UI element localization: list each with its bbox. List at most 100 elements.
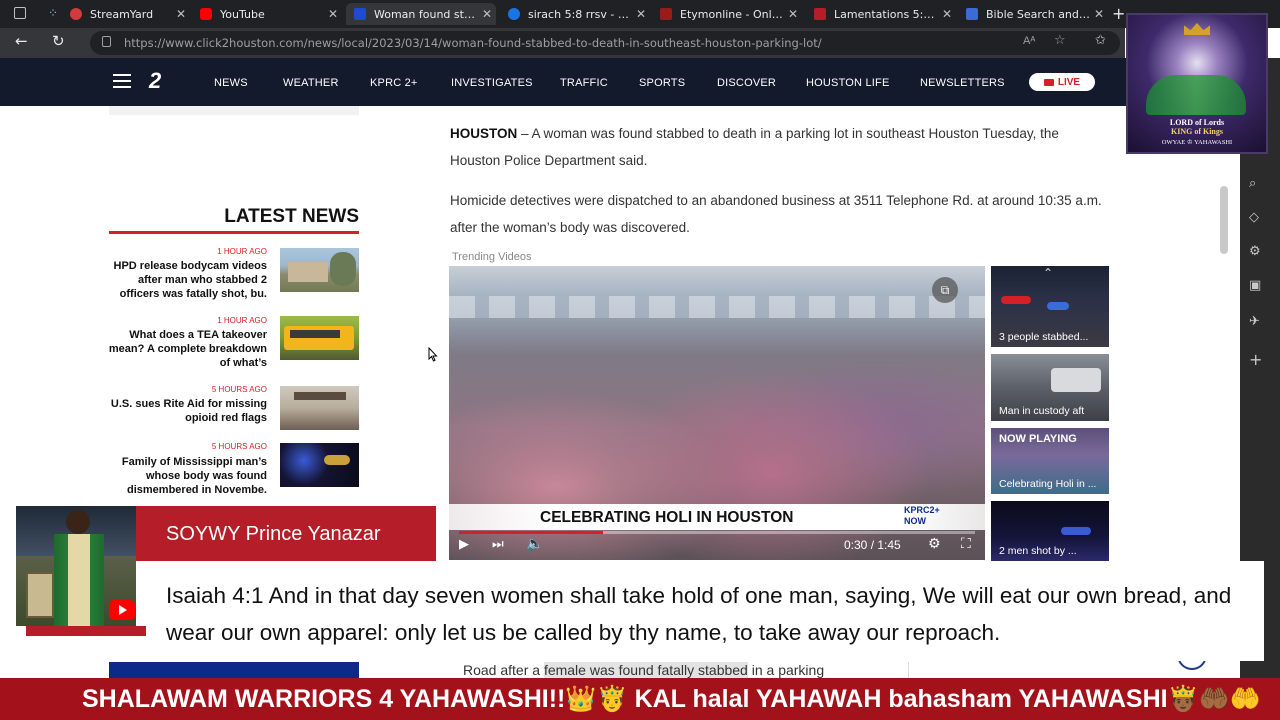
nav-kprc2plus[interactable]: KPRC 2+ xyxy=(370,77,418,89)
live-button[interactable]: LIVE xyxy=(1029,73,1095,91)
nav-traffic[interactable]: TRAFFIC xyxy=(560,77,608,89)
tab-label: Woman found stabbe xyxy=(374,7,478,21)
progress-fill xyxy=(459,531,604,534)
next-line-prefix: Road after a xyxy=(463,662,544,678)
next-line-suffix: in a parking xyxy=(747,662,825,678)
avatar-caption: OWYAE ♔ YAHAWASHI xyxy=(1161,139,1233,146)
kprc2-logo[interactable]: 2 xyxy=(149,68,161,94)
tab-label: Lamentations 5:11 NL xyxy=(834,7,938,21)
play-icon[interactable]: ▶ xyxy=(459,537,469,552)
streamer-logo: LORD of Lords KING of Kings OWYAE ♔ YAHA… xyxy=(1126,13,1268,154)
settings-icon[interactable]: ⚙ xyxy=(928,536,941,552)
close-icon[interactable]: ✕ xyxy=(324,7,342,21)
article-paragraph-2: Homicide detectives were dispatched to a… xyxy=(450,193,1102,235)
nav-discover[interactable]: DISCOVER xyxy=(717,77,776,89)
office-icon[interactable]: ▣ xyxy=(1249,278,1261,293)
lock-icon xyxy=(102,36,111,47)
nav-sports[interactable]: SPORTS xyxy=(639,77,685,89)
tab-lamentations[interactable]: Lamentations 5:11 NL ✕ xyxy=(806,3,956,25)
live-label: LIVE xyxy=(1057,76,1081,88)
send-icon[interactable]: ✈ xyxy=(1249,314,1260,329)
mouse-cursor-icon xyxy=(428,347,438,362)
etymonline-icon xyxy=(660,8,672,20)
close-icon[interactable]: ✕ xyxy=(784,7,802,21)
tab-label: Bible Search and Stud xyxy=(986,7,1090,21)
tab-label: sirach 5:8 rrsv - Search xyxy=(528,7,632,21)
news-headline[interactable]: U.S. sues Rite Aid for missing opioid re… xyxy=(108,397,267,425)
tab-streamyard[interactable]: StreamYard ✕ xyxy=(62,3,190,25)
nav-houston-life[interactable]: HOUSTON LIFE xyxy=(806,77,890,89)
playlist-item-now-playing[interactable]: NOW PLAYING Celebrating Holi in ... xyxy=(991,428,1109,494)
nav-weather[interactable]: WEATHER xyxy=(283,77,339,89)
dateline: HOUSTON xyxy=(450,126,518,141)
news-timestamp: 5 HOURS AGO xyxy=(211,385,267,394)
menu-icon[interactable] xyxy=(113,74,131,88)
news-thumbnail[interactable] xyxy=(280,316,359,360)
new-tab-icon[interactable]: + xyxy=(1112,4,1125,23)
news-timestamp: 1 HOUR AGO xyxy=(217,247,267,256)
tab-label: Etymonline - Online E xyxy=(680,7,784,21)
video-player[interactable]: ⧉ CELEBRATING HOLI IN HOUSTON KPRC2+ NOW… xyxy=(449,266,985,560)
search-icon[interactable]: ⌕ xyxy=(1249,176,1256,191)
pip-icon[interactable]: ⧉ xyxy=(932,277,958,303)
nav-newsletters[interactable]: NEWSLETTERS xyxy=(920,77,1005,89)
tab-youtube[interactable]: YouTube ✕ xyxy=(192,3,342,25)
chevron-up-icon[interactable]: ⌃ xyxy=(1043,266,1053,280)
news-headline[interactable]: What does a TEA takeover mean? A complet… xyxy=(108,328,267,370)
news-headline[interactable]: HPD release bodycam videos after man who… xyxy=(108,259,267,301)
article-paragraph-1: HOUSTON – A woman was found stabbed to d… xyxy=(450,120,1110,174)
next-icon[interactable]: ⏭ xyxy=(492,537,504,552)
person-figure xyxy=(66,510,90,534)
tab-label: YouTube xyxy=(220,7,265,21)
add-favorite-icon[interactable]: ☆ xyxy=(1054,33,1066,48)
nav-investigates[interactable]: INVESTIGATES xyxy=(451,77,533,89)
streamyard-icon xyxy=(70,8,82,20)
tab-actions-icon[interactable] xyxy=(14,7,26,19)
close-icon[interactable]: ✕ xyxy=(478,7,496,21)
close-icon[interactable]: ✕ xyxy=(1090,7,1108,21)
back-icon[interactable]: ← xyxy=(15,32,28,50)
tab-etymonline[interactable]: Etymonline - Online E ✕ xyxy=(652,3,802,25)
tab-bing-search[interactable]: sirach 5:8 rrsv - Search ✕ xyxy=(500,3,650,25)
tools-icon[interactable]: ⚙ xyxy=(1249,244,1261,259)
close-icon[interactable]: ✕ xyxy=(632,7,650,21)
volume-icon[interactable]: 🔈 xyxy=(526,536,543,552)
url-field[interactable]: https://www.click2houston.com/news/local… xyxy=(90,31,1120,55)
add-icon[interactable]: + xyxy=(1249,350,1262,369)
page-scrollbar[interactable] xyxy=(1220,186,1228,254)
video-caption: CELEBRATING HOLI IN HOUSTON xyxy=(540,509,794,526)
camera-icon xyxy=(1043,78,1054,86)
playlist-item[interactable]: 2 men shot by ... xyxy=(991,501,1109,561)
thumb-label: 2 men shot by ... xyxy=(999,545,1077,557)
news-timestamp: 1 HOUR AGO xyxy=(217,316,267,325)
tab-click2houston[interactable]: Woman found stabbe ✕ xyxy=(346,3,496,25)
playlist-item[interactable]: Man in custody aft xyxy=(991,354,1109,421)
streamer-name-banner: SOYWY Prince Yanazar xyxy=(136,506,436,561)
playlist-item[interactable]: ⌃ 3 people stabbed... xyxy=(991,266,1109,347)
news-thumbnail[interactable] xyxy=(280,443,359,487)
news-thumbnail[interactable] xyxy=(280,248,359,292)
read-aloud-icon[interactable]: Aᴬ xyxy=(1023,35,1035,47)
close-icon[interactable]: ✕ xyxy=(172,7,190,21)
favorites-icon[interactable]: ✩ xyxy=(1095,33,1106,48)
news-headline[interactable]: Family of Mississippi man’s whose body w… xyxy=(108,455,267,497)
kprc-now-badge: KPRC2+ NOW xyxy=(904,505,940,526)
now-playing-label: NOW PLAYING xyxy=(999,433,1077,445)
refresh-icon[interactable]: ↻ xyxy=(52,32,65,50)
fullscreen-icon[interactable]: ⛶ xyxy=(961,536,971,552)
workspaces-icon[interactable]: ⁘ xyxy=(48,6,58,20)
progress-track[interactable] xyxy=(459,531,975,534)
shopping-icon[interactable]: ◇ xyxy=(1249,210,1259,225)
close-icon[interactable]: ✕ xyxy=(938,7,956,21)
scrolling-ticker: SHALAWAM WARRIORS 4 YAHAWASHI!!👑🤴 KAL ha… xyxy=(0,678,1280,720)
section-divider xyxy=(109,231,359,234)
bing-icon xyxy=(508,8,520,20)
news-thumbnail[interactable] xyxy=(280,386,359,430)
url-text: https://www.click2houston.com/news/local… xyxy=(124,36,822,50)
video-time: 0:30 / 1:45 xyxy=(844,538,901,552)
avatar-caption: LORD of Lords xyxy=(1169,118,1225,127)
nav-news[interactable]: NEWS xyxy=(214,77,248,89)
promo-banner[interactable] xyxy=(109,662,359,678)
highlighted-text: female was found fatally stabbed xyxy=(543,662,748,678)
tab-bible-search[interactable]: Bible Search and Stud ✕ xyxy=(958,3,1108,25)
